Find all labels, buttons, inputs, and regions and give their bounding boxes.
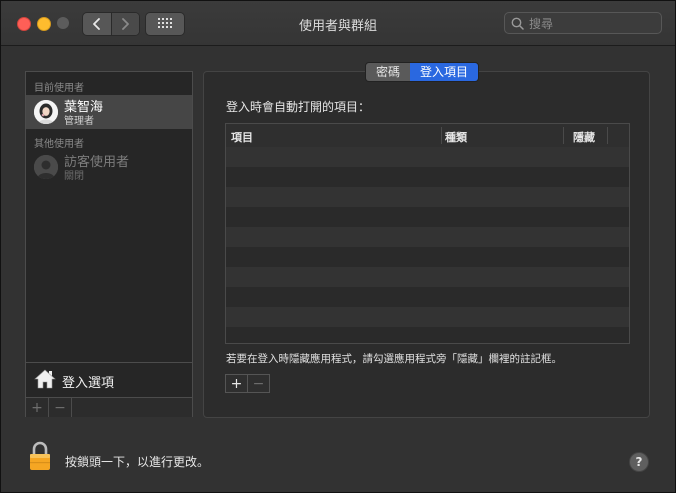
guest-user-status: 關閉: [64, 171, 84, 182]
user-row-current[interactable]: 葉智海 管理者: [26, 95, 192, 129]
add-login-item-button[interactable]: +: [226, 375, 247, 392]
hide-hint-text: 若要在登入時隱藏應用程式，請勾選應用程式旁「隱藏」欄裡的註記框。: [226, 353, 562, 365]
house-icon: [34, 369, 56, 392]
login-items-table[interactable]: 項目 種類 隱藏: [225, 123, 630, 344]
table-row: [226, 287, 629, 307]
column-divider: [607, 127, 608, 144]
login-items-action-bar: + −: [225, 374, 270, 393]
tab-password[interactable]: 密碼: [366, 63, 411, 81]
table-row: [226, 207, 629, 227]
table-header: 項目 種類 隱藏: [226, 124, 629, 148]
other-users-label: 其他使用者: [34, 139, 84, 150]
table-row: [226, 167, 629, 187]
user-row-guest[interactable]: 訪客使用者 關閉: [26, 150, 192, 184]
search-icon: [511, 17, 524, 33]
remove-login-item-button[interactable]: −: [247, 375, 269, 392]
table-row: [226, 267, 629, 287]
login-items-heading: 登入時會自動打開的項目：: [226, 100, 371, 114]
table-row: [226, 227, 629, 247]
login-options-label: 登入選項: [62, 376, 115, 391]
column-header-kind[interactable]: 種類: [445, 129, 467, 145]
help-button[interactable]: ?: [629, 452, 649, 472]
lock-instruction-text: 按鎖頭一下，以進行更改。: [65, 455, 210, 469]
table-row: [226, 327, 629, 343]
user-role: 管理者: [64, 116, 94, 127]
search-field[interactable]: [504, 12, 662, 34]
remove-user-button[interactable]: −: [49, 398, 72, 417]
avatar: [34, 100, 58, 124]
login-options-item[interactable]: 登入選項: [26, 362, 192, 397]
column-header-item[interactable]: 項目: [231, 129, 253, 145]
preferences-window: 使用者與群組 目前使用者 葉智海 管理者 其他使用者: [0, 0, 676, 493]
column-divider: [563, 127, 564, 144]
current-users-label: 目前使用者: [34, 83, 84, 94]
guest-avatar-icon: [34, 155, 58, 179]
table-row: [226, 307, 629, 327]
add-user-button[interactable]: +: [26, 398, 49, 417]
table-row: [226, 187, 629, 207]
tab-login-items[interactable]: 登入項目: [410, 63, 479, 81]
column-header-hide[interactable]: 隱藏: [573, 129, 595, 145]
search-input[interactable]: [527, 15, 661, 33]
table-row: [226, 247, 629, 267]
column-divider: [441, 127, 442, 144]
table-row: [226, 147, 629, 167]
users-sidebar: 目前使用者 葉智海 管理者 其他使用者 訪客使用者 關閉 登入選項 + −: [25, 71, 193, 417]
lock-icon[interactable]: [29, 441, 51, 474]
tab-control: 密碼 登入項目: [365, 62, 480, 82]
sidebar-action-bar: + −: [26, 397, 192, 417]
title-bar: 使用者與群組: [1, 1, 675, 46]
